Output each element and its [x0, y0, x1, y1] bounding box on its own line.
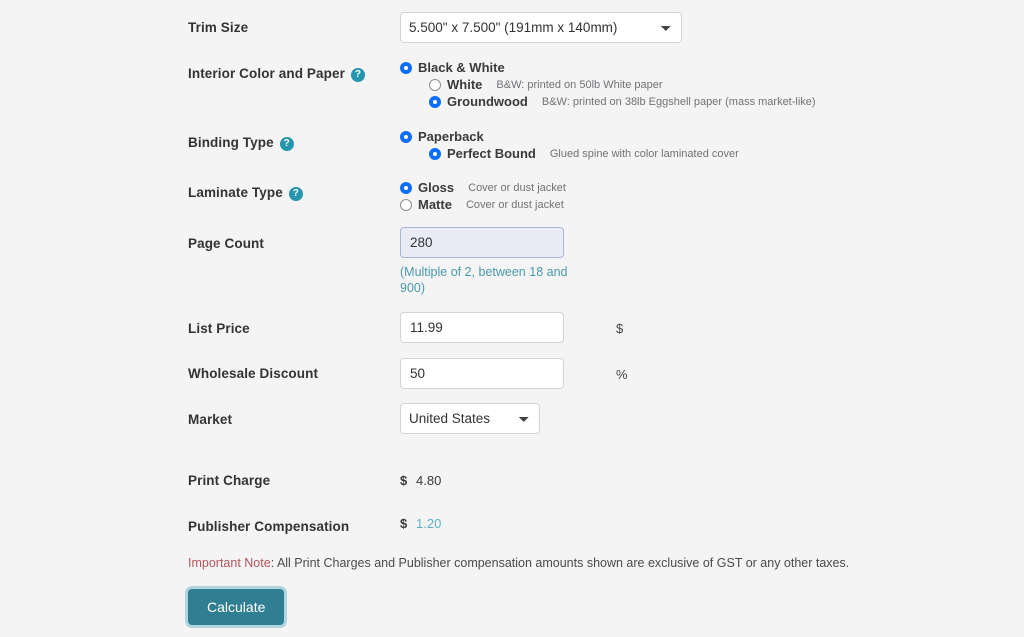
help-circle-icon[interactable]: ?	[288, 186, 303, 201]
radio-label: Paperback	[418, 129, 484, 144]
print-charge-currency: $	[400, 473, 408, 488]
radio-groundwood[interactable]: Groundwood B&W: printed on 38lb Eggshell…	[429, 94, 816, 109]
radio-description: Cover or dust jacket	[465, 198, 564, 211]
page-count-label: Page Count	[188, 236, 264, 251]
page-count-hint: (Multiple of 2, between 18 and 900)	[400, 265, 568, 295]
wholesale-discount-unit: %	[616, 367, 628, 382]
radio-label: Perfect Bound	[447, 146, 536, 161]
wholesale-discount-label: Wholesale Discount	[188, 366, 318, 381]
page-count-field: (Multiple of 2, between 18 and 900)	[400, 227, 580, 296]
radio-description: Cover or dust jacket	[468, 181, 566, 194]
interior-color-group: Black & White White B&W: printed on 50lb…	[400, 60, 816, 111]
list-price-field	[400, 312, 564, 343]
important-note: Important Note: All Print Charges and Pu…	[188, 556, 849, 570]
radio-indicator[interactable]	[400, 61, 412, 74]
radio-description: B&W: printed on 50lb White paper	[496, 78, 663, 91]
radio-white[interactable]: White B&W: printed on 50lb White paper	[429, 77, 816, 92]
list-price-label-text: List Price	[188, 321, 250, 336]
trim-size-select[interactable]: 5.500" x 7.500" (191mm x 140mm)	[400, 12, 682, 43]
print-cost-calculator-form: Trim Size 5.500" x 7.500" (191mm x 140mm…	[0, 0, 1024, 637]
radio-indicator[interactable]	[429, 78, 441, 91]
publisher-compensation-currency: $	[400, 516, 408, 531]
radio-label: Black & White	[418, 60, 505, 75]
important-note-text: : All Print Charges and Publisher compen…	[270, 556, 850, 570]
binding-type-group: Paperback Perfect Bound Glued spine with…	[400, 129, 739, 163]
radio-label: White	[447, 77, 483, 92]
trim-size-field: 5.500" x 7.500" (191mm x 140mm)	[400, 12, 682, 43]
print-charge-value: 4.80	[416, 473, 442, 488]
radio-indicator[interactable]	[429, 95, 441, 108]
wholesale-discount-field	[400, 358, 564, 389]
radio-paperback[interactable]: Paperback	[400, 129, 739, 144]
radio-indicator[interactable]	[429, 147, 441, 160]
binding-type-label: Binding Type ?	[188, 135, 294, 151]
radio-label: Groundwood	[447, 94, 528, 109]
publisher-compensation-label: Publisher Compensation	[188, 519, 349, 534]
list-price-input[interactable]	[400, 312, 564, 343]
radio-matte[interactable]: Matte Cover or dust jacket	[400, 197, 566, 212]
calculate-button[interactable]: Calculate	[188, 589, 285, 625]
laminate-type-label: Laminate Type ?	[188, 185, 303, 201]
radio-description: Glued spine with color laminated cover	[549, 147, 739, 160]
radio-label: Matte	[418, 197, 452, 212]
wholesale-discount-input[interactable]	[400, 358, 564, 389]
radio-black-and-white[interactable]: Black & White	[400, 60, 816, 75]
binding-type-label-text: Binding Type	[188, 135, 274, 150]
radio-description: B&W: printed on 38lb Eggshell paper (mas…	[541, 95, 816, 108]
important-note-strong: Important Note	[188, 556, 271, 570]
trim-size-label: Trim Size	[188, 20, 248, 35]
market-field: United States	[400, 403, 540, 434]
trim-size-label-text: Trim Size	[188, 20, 249, 35]
help-circle-icon[interactable]: ?	[350, 67, 365, 82]
radio-indicator[interactable]	[400, 198, 412, 211]
market-label: Market	[188, 412, 232, 427]
page-count-input[interactable]	[400, 227, 564, 258]
laminate-type-label-text: Laminate Type	[188, 185, 283, 200]
radio-indicator[interactable]	[400, 130, 412, 143]
interior-color-label: Interior Color and Paper ?	[188, 66, 365, 82]
list-price-unit: $	[616, 321, 624, 336]
radio-gloss[interactable]: Gloss Cover or dust jacket	[400, 180, 566, 195]
radio-label: Gloss	[418, 180, 455, 195]
print-charge-label-text: Print Charge	[188, 473, 271, 488]
list-price-label: List Price	[188, 321, 250, 336]
interior-color-label-text: Interior Color and Paper	[188, 66, 345, 81]
publisher-compensation-value: 1.20	[416, 516, 442, 531]
radio-indicator[interactable]	[400, 181, 412, 194]
laminate-type-group: Gloss Cover or dust jacket Matte Cover o…	[400, 180, 566, 214]
page-count-label-text: Page Count	[188, 236, 265, 251]
market-select[interactable]: United States	[400, 403, 540, 434]
radio-perfect-bound[interactable]: Perfect Bound Glued spine with color lam…	[429, 146, 739, 161]
help-circle-icon[interactable]: ?	[279, 136, 294, 151]
publisher-compensation-label-text: Publisher Compensation	[188, 519, 350, 534]
market-label-text: Market	[188, 412, 233, 427]
print-charge-label: Print Charge	[188, 473, 270, 488]
wholesale-discount-label-text: Wholesale Discount	[188, 366, 319, 381]
